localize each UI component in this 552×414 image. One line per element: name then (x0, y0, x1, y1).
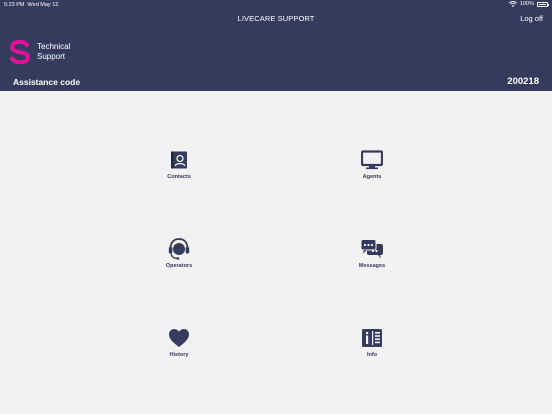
brand-line-2: Support (37, 52, 66, 61)
info-panel-icon (360, 326, 384, 350)
monitor-icon (360, 148, 384, 172)
heart-icon (167, 326, 191, 350)
status-date: Wed May 12 (27, 2, 59, 8)
menu-grid: Contacts Agents Operators Messages Histo… (0, 91, 552, 414)
menu-label-agents: Agents (362, 174, 382, 180)
brand-logo-icon (9, 40, 31, 64)
menu-label-messages: Messages (358, 263, 386, 269)
menu-tile-info[interactable]: Info (312, 326, 432, 376)
wifi-icon (508, 1, 517, 7)
menu-label-info: Info (366, 352, 378, 358)
battery-icon (537, 1, 549, 7)
page-title: LIVECARE SUPPORT (237, 14, 315, 23)
contacts-icon (167, 148, 191, 172)
app-root: 5:23 PM Wed May 12 100% LIVECARE SUPPORT… (0, 0, 552, 414)
logoff-button[interactable]: Log off (520, 14, 543, 23)
menu-tile-history[interactable]: History (119, 326, 239, 376)
assistance-code-label: Assistance code (13, 77, 81, 87)
status-indicators: 100% (508, 1, 549, 7)
menu-label-operators: Operators (165, 263, 193, 269)
menu-tile-operators[interactable]: Operators (119, 237, 239, 287)
status-bar: 5:23 PM Wed May 12 100% (0, 0, 552, 10)
menu-tile-contacts[interactable]: Contacts (119, 148, 239, 198)
status-time-date: 5:23 PM Wed May 12 (4, 2, 58, 8)
menu-label-contacts: Contacts (167, 174, 191, 180)
menu-tile-agents[interactable]: Agents (312, 148, 432, 198)
headset-icon (167, 237, 191, 261)
menu-tile-messages[interactable]: Messages (312, 237, 432, 287)
battery-percent: 100% (519, 1, 534, 7)
status-time: 5:23 PM (4, 2, 25, 8)
menu-label-history: History (169, 352, 189, 358)
brand: Technical Support (9, 40, 70, 64)
chat-bubbles-icon (360, 237, 384, 261)
brand-line-1: Technical (37, 42, 71, 51)
assistance-code-value: 200218 (507, 76, 539, 87)
header: 5:23 PM Wed May 12 100% LIVECARE SUPPORT… (0, 0, 552, 91)
brand-name: Technical Support (37, 42, 70, 62)
